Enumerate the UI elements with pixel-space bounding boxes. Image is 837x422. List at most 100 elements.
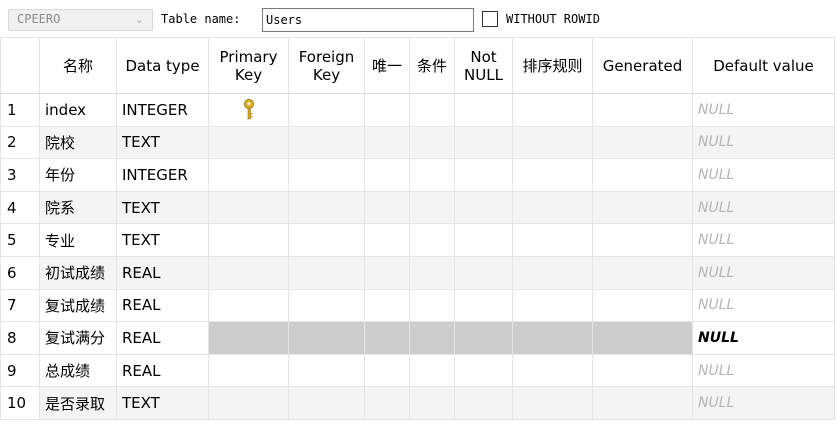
- without-rowid-checkbox[interactable]: [482, 11, 498, 27]
- column-header-data-type[interactable]: Data type: [116, 37, 209, 94]
- column-header-not-null[interactable]: Not NULL: [454, 37, 513, 94]
- cell-data-type[interactable]: REAL: [116, 354, 209, 388]
- cell-default-value[interactable]: NULL: [692, 158, 835, 192]
- cell-generated[interactable]: [592, 93, 693, 127]
- cell-foreign-key[interactable]: [288, 158, 365, 192]
- table-row[interactable]: 7 复试成绩 REAL NULL: [0, 289, 835, 323]
- cell-foreign-key[interactable]: [288, 126, 365, 160]
- cell-primary-key[interactable]: [208, 126, 289, 160]
- table-row[interactable]: 10 是否录取 TEXT NULL: [0, 386, 835, 420]
- column-header-foreign-key[interactable]: Foreign Key: [288, 37, 365, 94]
- cell-default-value[interactable]: NULL: [692, 321, 835, 355]
- table-row[interactable]: 1 index INTEGER NULL: [0, 93, 835, 127]
- column-header-check[interactable]: 条件: [409, 37, 455, 94]
- row-number[interactable]: 1: [0, 93, 40, 127]
- cell-data-type[interactable]: INTEGER: [116, 93, 209, 127]
- cell-collation[interactable]: [512, 386, 593, 420]
- cell-generated[interactable]: [592, 126, 693, 160]
- cell-data-type[interactable]: REAL: [116, 321, 209, 355]
- cell-not-null[interactable]: [454, 256, 513, 290]
- cell-primary-key[interactable]: [208, 158, 289, 192]
- cell-check[interactable]: [409, 93, 455, 127]
- cell-name[interactable]: 初试成绩: [39, 256, 117, 290]
- table-row[interactable]: 6 初试成绩 REAL NULL: [0, 256, 835, 290]
- cell-foreign-key[interactable]: [288, 256, 365, 290]
- cell-default-value[interactable]: NULL: [692, 126, 835, 160]
- cell-not-null[interactable]: [454, 158, 513, 192]
- cell-foreign-key[interactable]: [288, 386, 365, 420]
- cell-foreign-key[interactable]: [288, 354, 365, 388]
- cell-default-value[interactable]: NULL: [692, 289, 835, 323]
- cell-check[interactable]: [409, 386, 455, 420]
- cell-generated[interactable]: [592, 321, 693, 355]
- cell-unique[interactable]: [364, 223, 410, 257]
- cell-generated[interactable]: [592, 223, 693, 257]
- cell-name[interactable]: 复试成绩: [39, 289, 117, 323]
- cell-name[interactable]: 院系: [39, 191, 117, 225]
- cell-data-type[interactable]: TEXT: [116, 386, 209, 420]
- cell-not-null[interactable]: [454, 126, 513, 160]
- cell-name[interactable]: 院校: [39, 126, 117, 160]
- row-number[interactable]: 5: [0, 223, 40, 257]
- cell-not-null[interactable]: [454, 386, 513, 420]
- cell-primary-key[interactable]: [208, 289, 289, 323]
- cell-data-type[interactable]: REAL: [116, 289, 209, 323]
- row-number[interactable]: 8: [0, 321, 40, 355]
- cell-generated[interactable]: [592, 256, 693, 290]
- table-row[interactable]: 9 总成绩 REAL NULL: [0, 354, 835, 388]
- cell-default-value[interactable]: NULL: [692, 223, 835, 257]
- cell-unique[interactable]: [364, 93, 410, 127]
- cell-default-value[interactable]: NULL: [692, 354, 835, 388]
- cell-check[interactable]: [409, 354, 455, 388]
- cell-check[interactable]: [409, 191, 455, 225]
- cell-generated[interactable]: [592, 289, 693, 323]
- cell-data-type[interactable]: TEXT: [116, 191, 209, 225]
- cell-unique[interactable]: [364, 191, 410, 225]
- row-number[interactable]: 10: [0, 386, 40, 420]
- cell-check[interactable]: [409, 223, 455, 257]
- table-row[interactable]: 5 专业 TEXT NULL: [0, 223, 835, 257]
- column-header-primary-key[interactable]: Primary Key: [208, 37, 289, 94]
- cell-foreign-key[interactable]: [288, 289, 365, 323]
- cell-collation[interactable]: [512, 223, 593, 257]
- cell-unique[interactable]: [364, 386, 410, 420]
- cell-generated[interactable]: [592, 191, 693, 225]
- cell-primary-key[interactable]: [208, 386, 289, 420]
- row-number[interactable]: 7: [0, 289, 40, 323]
- column-header-unique[interactable]: 唯一: [364, 37, 410, 94]
- cell-not-null[interactable]: [454, 354, 513, 388]
- cell-primary-key[interactable]: [208, 191, 289, 225]
- cell-not-null[interactable]: [454, 289, 513, 323]
- cell-unique[interactable]: [364, 158, 410, 192]
- cell-default-value[interactable]: NULL: [692, 256, 835, 290]
- cell-check[interactable]: [409, 158, 455, 192]
- cell-unique[interactable]: [364, 256, 410, 290]
- cell-unique[interactable]: [364, 321, 410, 355]
- cell-name[interactable]: index: [39, 93, 117, 127]
- cell-default-value[interactable]: NULL: [692, 191, 835, 225]
- cell-check[interactable]: [409, 289, 455, 323]
- cell-collation[interactable]: [512, 126, 593, 160]
- cell-name[interactable]: 专业: [39, 223, 117, 257]
- column-header-generated[interactable]: Generated: [592, 37, 693, 94]
- cell-primary-key[interactable]: [208, 223, 289, 257]
- schema-dropdown[interactable]: CPEERO ⌄: [8, 9, 153, 31]
- cell-generated[interactable]: [592, 158, 693, 192]
- cell-default-value[interactable]: NULL: [692, 93, 835, 127]
- row-number[interactable]: 9: [0, 354, 40, 388]
- cell-check[interactable]: [409, 256, 455, 290]
- cell-unique[interactable]: [364, 126, 410, 160]
- column-header-collation[interactable]: 排序规则: [512, 37, 593, 94]
- table-name-input[interactable]: [262, 8, 474, 32]
- row-number[interactable]: 2: [0, 126, 40, 160]
- column-header-name[interactable]: 名称: [39, 37, 117, 94]
- cell-check[interactable]: [409, 126, 455, 160]
- cell-data-type[interactable]: REAL: [116, 256, 209, 290]
- row-number[interactable]: 3: [0, 158, 40, 192]
- cell-not-null[interactable]: [454, 223, 513, 257]
- cell-foreign-key[interactable]: [288, 191, 365, 225]
- table-row[interactable]: 8 复试满分 REAL NULL: [0, 321, 835, 355]
- cell-data-type[interactable]: TEXT: [116, 126, 209, 160]
- cell-default-value[interactable]: NULL: [692, 386, 835, 420]
- cell-name[interactable]: 总成绩: [39, 354, 117, 388]
